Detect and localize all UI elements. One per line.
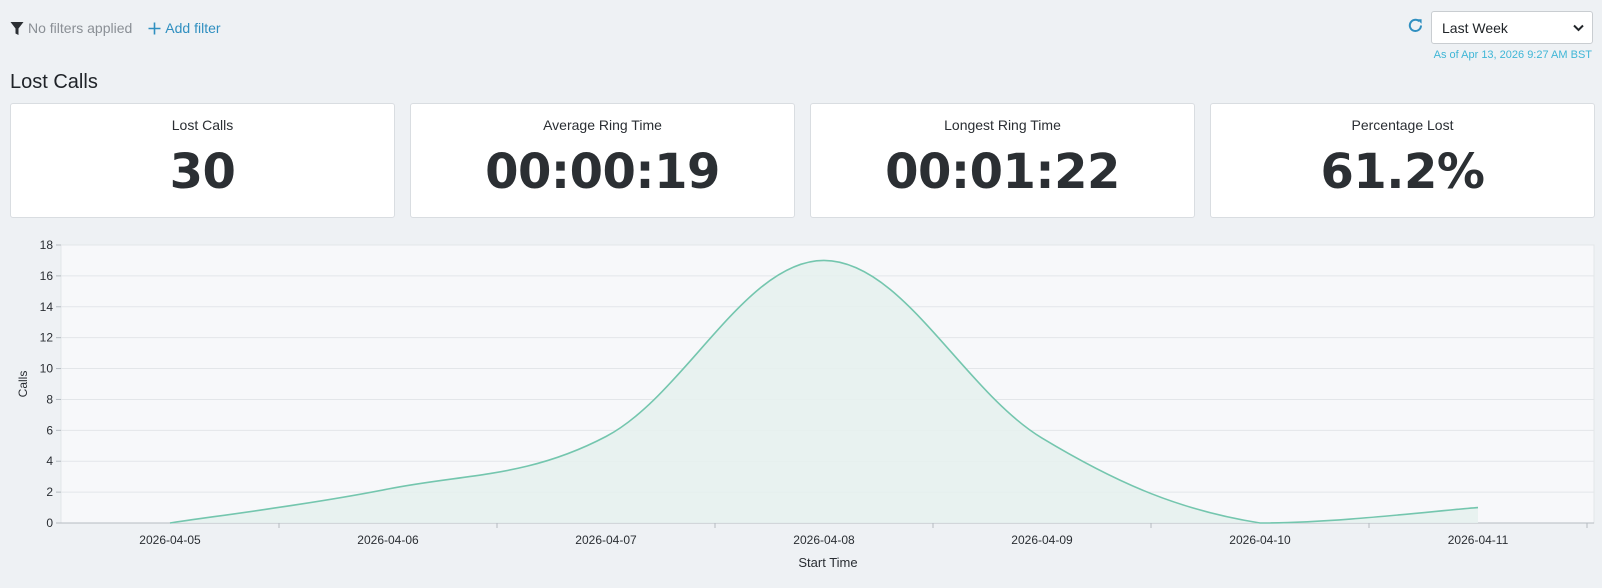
y-tick-label: 14: [40, 300, 54, 314]
y-tick-label: 12: [40, 331, 54, 345]
plus-icon: [148, 22, 161, 34]
last-updated-timestamp: As of Apr 13, 2026 9:27 AM BST: [1433, 49, 1592, 61]
x-tick-label: 2026-04-09: [1011, 533, 1073, 547]
x-tick-label: 2026-04-10: [1229, 533, 1291, 547]
kpi-card-percentage-lost: Percentage Lost 61.2%: [1210, 103, 1595, 218]
kpi-value: 61.2%: [1320, 144, 1485, 200]
x-tick-label: 2026-04-08: [793, 533, 855, 547]
kpi-label: Percentage Lost: [1351, 117, 1454, 133]
kpi-value: 00:00:19: [485, 144, 720, 200]
x-tick-label: 2026-04-07: [575, 533, 637, 547]
y-tick-label: 16: [40, 269, 54, 283]
chart-svg: 024681012141618 2026-04-05 2026-04-06 2026…: [16, 238, 1595, 570]
y-tick-label: 10: [40, 362, 54, 376]
kpi-card-average-ring-time: Average Ring Time 00:00:19: [410, 103, 795, 218]
refresh-icon[interactable]: [1407, 17, 1424, 34]
kpi-label: Lost Calls: [171, 117, 234, 133]
y-tick-label: 2: [46, 485, 53, 499]
kpi-value: 00:01:22: [885, 144, 1120, 200]
filter-icon: [10, 21, 24, 35]
y-tick-label: 4: [46, 454, 53, 468]
x-axis-ticks: 2026-04-05 2026-04-06 2026-04-07 2026-04-08…: [139, 533, 1508, 547]
y-axis-ticks: 0 2 4 6 8 10 12 14 16 18: [40, 238, 61, 530]
kpi-cards: Lost Calls 30 Average Ring Time 00:00:19…: [10, 103, 1595, 218]
kpi-label: Average Ring Time: [543, 117, 662, 133]
chevron-down-icon: [1573, 24, 1584, 31]
kpi-card-lost-calls: Lost Calls 30: [10, 103, 395, 218]
date-range-select[interactable]: Last Week: [1431, 11, 1593, 44]
add-filter-button[interactable]: Add filter: [148, 20, 221, 36]
kpi-label: Longest Ring Time: [944, 117, 1061, 133]
lost-calls-chart: 0 2 4 6 8 10 12 14 16 18 2026-04-05 2026-04-06 2026…: [0, 230, 1602, 588]
x-tick-label: 2026-04-06: [357, 533, 419, 547]
y-tick-label: 8: [46, 392, 53, 406]
kpi-card-longest-ring-time: Longest Ring Time 00:01:22: [810, 103, 1195, 218]
date-range-value: Last Week: [1442, 19, 1508, 36]
x-tick-label: 2026-04-11: [1448, 533, 1509, 547]
y-tick-label: 18: [40, 238, 54, 252]
add-filter-label: Add filter: [165, 20, 221, 36]
x-axis-label: Start Time: [798, 555, 857, 570]
filter-status-text: No filters applied: [28, 20, 133, 36]
y-tick-label: 6: [46, 423, 53, 437]
kpi-value: 30: [169, 144, 236, 200]
x-tick-label: 2026-04-05: [139, 533, 201, 547]
y-tick-label: 0: [46, 516, 53, 530]
filter-toolbar: No filters applied Add filter: [10, 16, 221, 40]
y-axis-label: Calls: [16, 371, 30, 398]
filter-status: No filters applied: [10, 20, 132, 36]
page-title: Lost Calls: [10, 71, 98, 93]
